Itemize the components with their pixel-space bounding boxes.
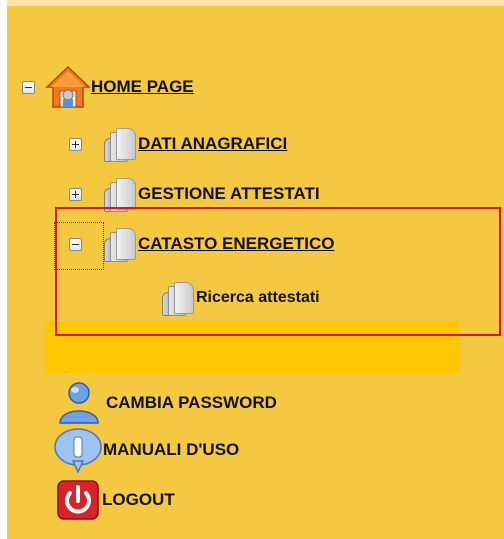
expand-icon[interactable] bbox=[69, 187, 82, 201]
collapse-icon[interactable] bbox=[22, 80, 35, 94]
menu-item-label[interactable]: GESTIONE ATTESTATI bbox=[138, 184, 320, 204]
home-icon bbox=[45, 65, 91, 109]
power-icon bbox=[56, 479, 100, 521]
menu-item-label[interactable]: DATI ANAGRAFICI bbox=[138, 134, 287, 154]
home-page-link[interactable]: HOME PAGE bbox=[91, 77, 194, 97]
menu-cambia-password[interactable]: CAMBIA PASSWORD bbox=[56, 380, 277, 426]
menu-label[interactable]: CAMBIA PASSWORD bbox=[106, 393, 277, 413]
menu-label[interactable]: LOGOUT bbox=[102, 490, 175, 510]
expand-icon[interactable] bbox=[69, 137, 82, 151]
menu-home[interactable]: HOME PAGE bbox=[22, 64, 194, 110]
menu-item-dati-anagrafici[interactable]: DATI ANAGRAFICI bbox=[69, 126, 287, 162]
info-icon bbox=[53, 427, 103, 474]
menu-manuali-duso[interactable]: MANUALI D'USO bbox=[53, 427, 239, 474]
top-band bbox=[7, 0, 504, 6]
menu-label[interactable]: MANUALI D'USO bbox=[103, 440, 239, 460]
menu-logout[interactable]: LOGOUT bbox=[56, 478, 175, 522]
highlight-annotation bbox=[55, 207, 501, 336]
book-icon bbox=[102, 126, 136, 162]
user-icon bbox=[56, 381, 102, 425]
